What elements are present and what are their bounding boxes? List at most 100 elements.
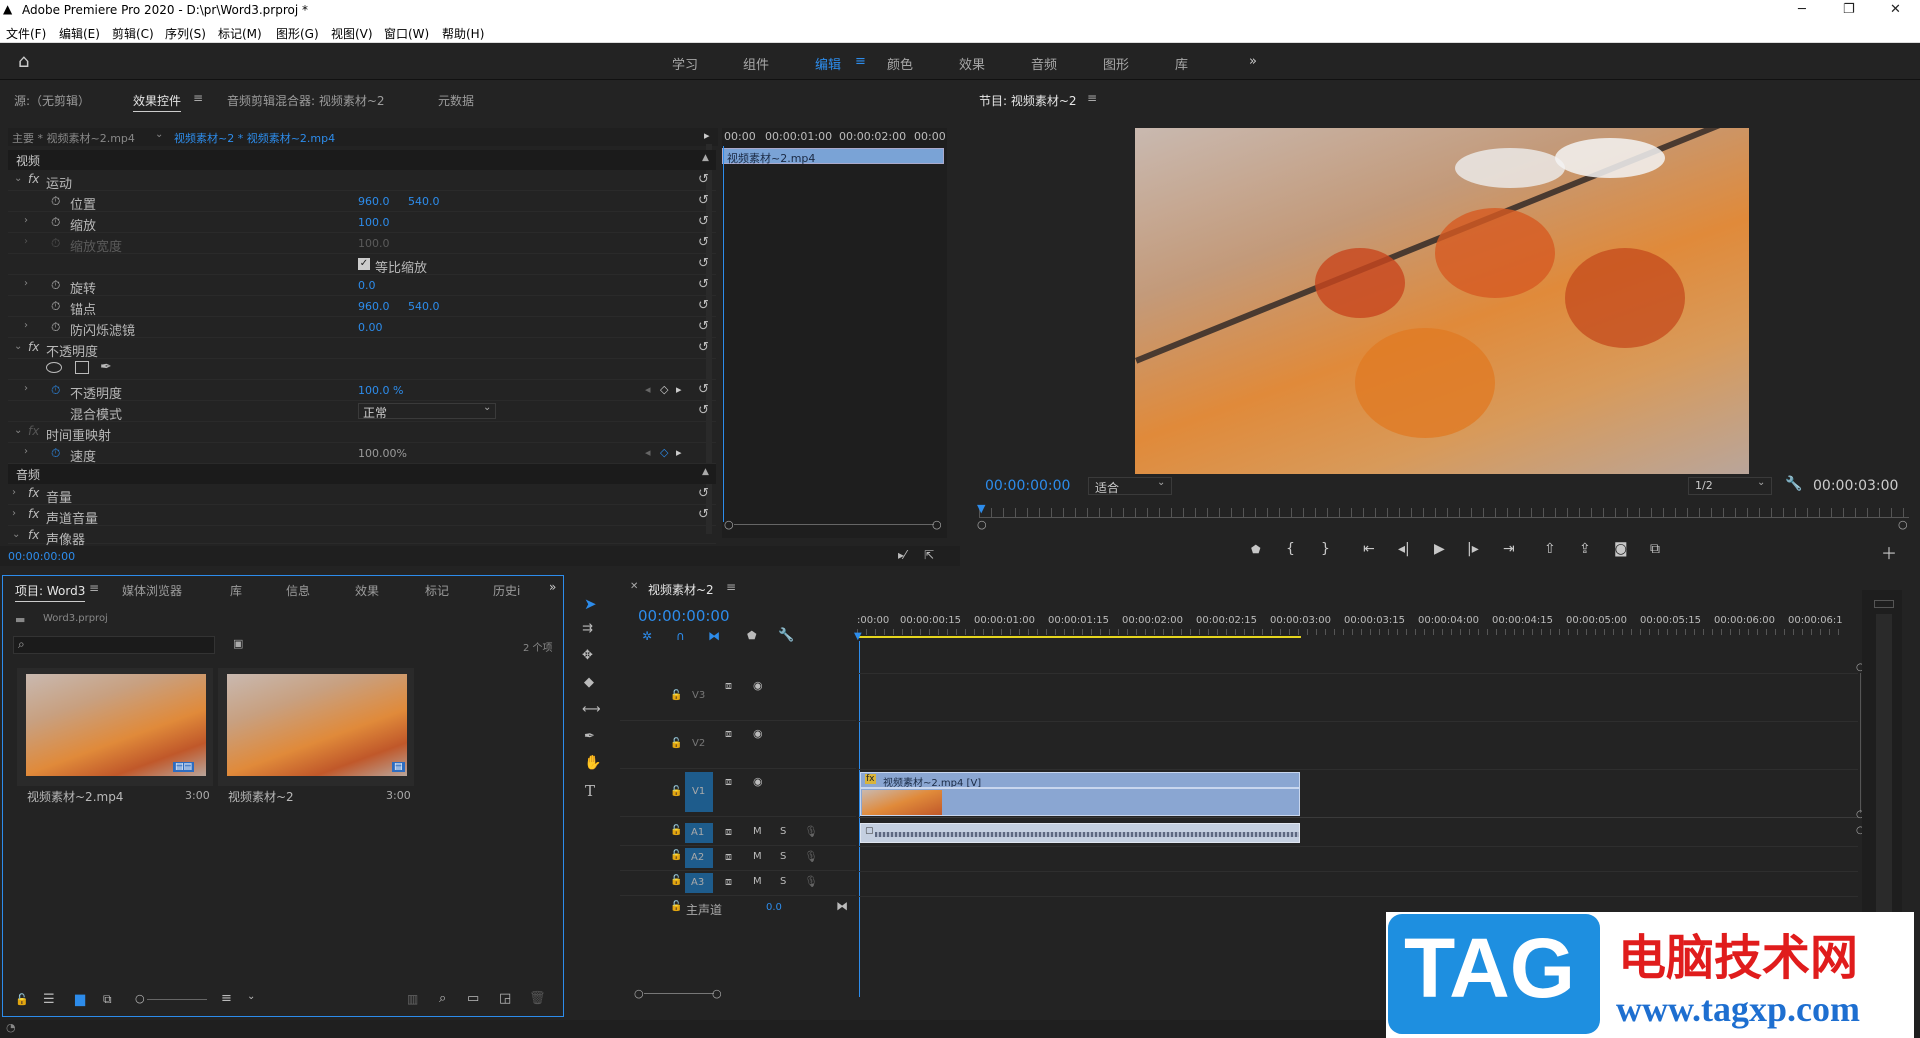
reset-icon[interactable]: ↺ [698, 298, 709, 313]
fx-icon[interactable]: fx [28, 340, 39, 354]
rotation-value[interactable]: 0.0 [358, 279, 376, 292]
time-remap-row[interactable]: ⌄ fx 时间重映射 [8, 422, 716, 444]
reset-icon[interactable]: ↺ [698, 277, 709, 292]
menu-window[interactable]: 窗口(W) [384, 25, 429, 42]
new-bin-from-search-icon[interactable]: ▣ [233, 637, 243, 650]
lock-icon[interactable]: 🔓 [670, 786, 682, 797]
lock-icon[interactable]: 🔓 [670, 875, 682, 886]
solo-button[interactable]: S [780, 876, 786, 887]
lift-icon[interactable]: ⇧ [1544, 541, 1556, 557]
sync-lock-icon[interactable]: ⧈ [725, 850, 732, 864]
sync-lock-icon[interactable]: ⧈ [725, 825, 732, 839]
stopwatch-icon[interactable]: ⏱ [51, 194, 60, 209]
automate-icon[interactable]: ▥ [407, 992, 418, 1006]
timeline-playhead-head[interactable]: ▼ [854, 631, 862, 642]
tab-libraries[interactable]: 库 [230, 582, 242, 599]
new-bin-icon[interactable]: ▭ [467, 991, 479, 1006]
home-icon[interactable]: ⌂ [18, 51, 29, 72]
add-keyframe-icon[interactable]: ◇ [660, 446, 668, 459]
tab-audio-mixer[interactable]: 音频剪辑混合器: 视频素材~2 [227, 92, 385, 109]
export-icon[interactable]: ⇱ [924, 548, 934, 562]
add-marker-icon[interactable]: ⬟ [747, 629, 757, 642]
more-tabs-icon[interactable]: » [549, 580, 556, 594]
timeline-timecode[interactable]: 00:00:00:00 [638, 607, 730, 625]
linked-selection-icon[interactable]: ⧓ [708, 629, 720, 643]
reset-icon[interactable]: ↺ [698, 319, 709, 334]
fx-icon[interactable]: fx [28, 507, 39, 521]
lock-icon[interactable]: 🔓 [670, 690, 682, 701]
chevron-down-icon[interactable]: ⌄ [14, 173, 22, 184]
chevron-right-icon[interactable]: › [24, 320, 28, 331]
volume-row[interactable]: › fx 音量 ↺ [8, 484, 716, 506]
panel-menu-icon[interactable]: ≡ [89, 581, 99, 595]
ws-learn[interactable]: 学习 [672, 54, 698, 73]
ws-menu-icon[interactable]: ≡ [855, 54, 866, 69]
mute-button[interactable]: M [753, 851, 762, 862]
stopwatch-icon[interactable]: ⏱ [51, 383, 60, 398]
reset-icon[interactable]: ↺ [698, 382, 709, 397]
track-label[interactable]: V2 [692, 738, 705, 749]
zoom-slider[interactable] [147, 999, 207, 1000]
sync-lock-icon[interactable]: ⧈ [725, 875, 732, 889]
vertical-scrollbar[interactable] [1860, 673, 1861, 813]
prev-keyframe-icon[interactable]: ◂ [645, 383, 651, 396]
project-item[interactable]: ▤ [218, 668, 414, 786]
chevron-right-icon[interactable]: › [24, 215, 28, 226]
track-label[interactable]: A3 [691, 877, 704, 888]
blend-mode-select[interactable]: 正常 ⌄ [358, 402, 496, 420]
find-icon[interactable]: ⌕ [439, 991, 446, 1006]
horizontal-zoom-handle[interactable]: ○ [634, 987, 644, 1000]
pen-tool-icon[interactable]: ✒ [584, 729, 595, 744]
tab-effects[interactable]: 效果 [355, 582, 379, 599]
add-keyframe-icon[interactable]: ◇ [660, 383, 668, 396]
tab-source[interactable]: 源:（无剪辑） [14, 92, 90, 109]
snap-icon[interactable]: ∩ [676, 629, 685, 643]
track-label[interactable]: A1 [691, 827, 704, 838]
program-title[interactable]: 节目: 视频素材~2 [979, 92, 1077, 109]
fit-select[interactable]: 适合 ⌄ [1088, 477, 1172, 495]
minimize-icon[interactable]: ─ [1798, 2, 1806, 17]
icon-view-icon[interactable]: ▆ [75, 992, 85, 1007]
opacity-group-row[interactable]: ⌄ fx 不透明度 ↺ [8, 338, 716, 360]
add-marker-icon[interactable]: ⬟ [1251, 543, 1261, 556]
microphone-icon[interactable]: 🎙 [804, 875, 818, 888]
mute-button[interactable]: M [753, 876, 762, 887]
microphone-icon[interactable]: 🎙 [804, 825, 818, 838]
stopwatch-icon[interactable]: ⏱ [51, 446, 60, 461]
channel-volume-row[interactable]: › fx 声道音量 ↺ [8, 505, 716, 527]
chevron-down-icon[interactable]: ⌄ [247, 991, 255, 1002]
mute-button[interactable]: M [753, 826, 762, 837]
step-back-icon[interactable]: ◂| [1398, 541, 1410, 557]
flicker-value[interactable]: 0.00 [358, 321, 383, 334]
hand-tool-icon[interactable]: ✋ [584, 755, 601, 771]
anchor-x[interactable]: 960.0 [358, 300, 390, 313]
sync-lock-icon[interactable]: ⧈ [725, 727, 732, 741]
tab-effect-controls[interactable]: 效果控件 [133, 92, 182, 112]
menu-edit[interactable]: 编辑(E) [59, 25, 100, 42]
rectangle-mask-icon[interactable] [75, 361, 89, 374]
menu-clip[interactable]: 剪辑(C) [112, 25, 154, 42]
prev-keyframe-icon[interactable]: ◂ [645, 446, 651, 459]
menu-marker[interactable]: 标记(M) [218, 25, 262, 42]
project-item[interactable]: ▤▤ [17, 668, 213, 786]
step-forward-icon[interactable]: |▸ [1467, 541, 1479, 557]
menu-sequence[interactable]: 序列(S) [165, 25, 206, 42]
audio-clip[interactable]: ▢ [860, 823, 1300, 843]
lock-icon[interactable]: 🔓 [670, 901, 682, 912]
video-clip[interactable]: fx 视频素材~2.mp4 [V] [860, 772, 1300, 816]
next-keyframe-icon[interactable]: ▸ [676, 383, 682, 396]
eye-icon[interactable]: ◉ [753, 727, 763, 740]
track-select-tool-icon[interactable]: ⇉ [582, 621, 593, 636]
track-label[interactable]: A2 [691, 852, 704, 863]
chevron-down-icon[interactable]: ⌄ [14, 425, 22, 436]
chevron-right-icon[interactable]: › [12, 487, 16, 498]
ripple-edit-tool-icon[interactable]: ✥ [582, 648, 593, 663]
tab-project[interactable]: 项目: Word3 [15, 582, 86, 602]
ws-effects[interactable]: 效果 [959, 54, 985, 73]
scroll-handle-right[interactable]: ○ [932, 518, 942, 531]
reset-icon[interactable]: ↺ [698, 507, 709, 522]
type-tool-icon[interactable]: T [585, 782, 595, 800]
wrench-icon[interactable]: 🔧 [778, 628, 794, 643]
timeline-ruler[interactable]: :00:00 00:00:00:15 00:00:01:00 00:00:01:… [857, 615, 1847, 651]
tab-history[interactable]: 历史i [493, 582, 520, 599]
